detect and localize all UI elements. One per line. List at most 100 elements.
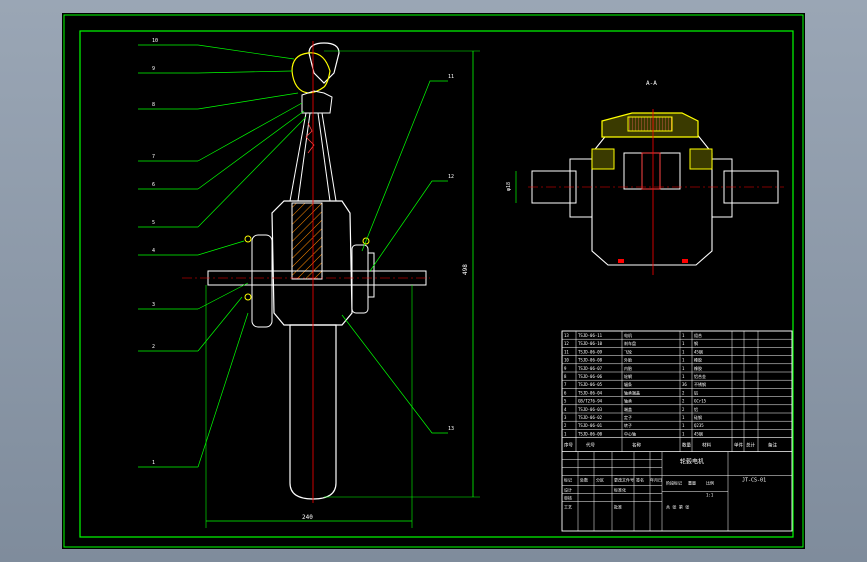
bom-cell: 组合 [694, 332, 702, 338]
sec-gear-band [627, 116, 673, 132]
bom-cell: TSJD-06-11 [578, 333, 603, 338]
bom-cell: 4 [564, 407, 567, 412]
bom-cell: 1 [564, 431, 567, 436]
bom-cell: 1 [682, 431, 685, 436]
title-cell: 批准 [614, 504, 622, 510]
bom-cell: 硅钢 [694, 414, 702, 420]
drawing-canvas[interactable]: 240 498 10987654321 111213 A-A φ18 13 TS… [62, 13, 805, 549]
stator-hatch [291, 202, 323, 280]
bom-cell: 转子 [624, 422, 632, 428]
bom-header-cell: 数量 [682, 442, 691, 449]
callout-leader [197, 240, 245, 256]
title-cell: 处数 [580, 477, 588, 483]
right-cap [351, 244, 369, 314]
bom-cell: 端盖 [624, 406, 632, 412]
bom-cell: TSJD-06-09 [578, 349, 603, 354]
callout-label: 7 [152, 154, 155, 160]
drawing-title: 轮毂电机 [680, 458, 704, 466]
bom-cell: GB/T276-94 [578, 399, 603, 404]
bom-cell: TSJD-06-06 [578, 374, 603, 379]
title-cell: 阶段标记 [666, 480, 682, 486]
drawing-scale: 1:1 [706, 493, 714, 498]
main-view: 240 498 [182, 41, 480, 528]
bom-cell: 橡胶 [694, 365, 702, 371]
callout-leader [197, 312, 249, 468]
bom-cell: TSJD-06-03 [578, 407, 603, 412]
bom-cell: 3 [564, 415, 567, 420]
bom-cell: 45钢 [694, 348, 703, 354]
title-cell: 分区 [596, 477, 604, 483]
bom-cell: 36 [682, 382, 687, 387]
bom-cell: 飞轮 [624, 348, 632, 354]
title-cell: 工艺 [564, 505, 572, 510]
bom-cell: 内胎 [624, 365, 632, 371]
bom-cell: 橡胶 [694, 357, 702, 363]
bom-cell: 5 [564, 399, 567, 404]
bom-cell: TSJD-06-10 [578, 341, 603, 346]
bolt-yellow-1 [244, 235, 252, 243]
bom-cell: 刹车盘 [624, 340, 636, 346]
bom-cell: 不锈钢 [694, 381, 706, 387]
dim-vertical-text: 498 [462, 264, 469, 275]
drawing-sheet[interactable]: 240 498 10 9 8 7 6 5 4 3 2 1 11 12 13 A-A [62, 13, 805, 549]
callout-label: 5 [152, 220, 155, 226]
bom-cell: 铝合金 [694, 373, 706, 379]
title-cell: 重量 [688, 480, 696, 486]
bom-cell: 2 [682, 399, 685, 404]
drawing-number: JT-CS-01 [742, 478, 766, 484]
tyre-outline [308, 42, 340, 84]
title-block: 13 TSJD-06-11 电机 1 组合12 TSJD-06-10 刹车盘 1 钢11 TSJD… [561, 330, 793, 532]
callout-leader [197, 110, 305, 190]
bom-cell: 电机 [624, 332, 632, 338]
bom-cell: 1 [682, 333, 685, 338]
bom-cell: 2 [682, 390, 685, 395]
left-callouts: 10 9 8 7 6 5 4 3 2 1 [138, 38, 307, 468]
callout-label: 1 [152, 460, 155, 466]
bom-cell: 1 [682, 374, 685, 379]
sec-stator [623, 152, 681, 190]
sec-bearing-right [711, 158, 733, 218]
callout-label: 3 [152, 302, 155, 308]
title-cell: 标记 [564, 477, 572, 483]
callout-leader [197, 116, 307, 228]
callout-label: 4 [152, 248, 155, 254]
callout-label-right: 13 [448, 426, 454, 432]
title-cell: 共 张 第 张 [666, 504, 689, 510]
bom-cell: TSJD-06-02 [578, 415, 603, 420]
callout-label-right: 12 [448, 174, 454, 180]
callout-label: 10 [152, 38, 158, 44]
bom-cell: 10 [564, 358, 569, 363]
callout-leader [197, 44, 295, 60]
sec-yellow-right [689, 148, 713, 170]
sec-red-2 [682, 259, 688, 263]
bom-header-cell: 材料 [702, 442, 711, 449]
bom-cell: 7 [564, 382, 567, 387]
callout-leader-right [341, 314, 448, 434]
callout-label: 8 [152, 102, 155, 108]
bom-cell: 外胎 [624, 357, 632, 363]
callout-leader [197, 92, 299, 110]
cad-viewport[interactable]: 240 498 10 9 8 7 6 5 4 3 2 1 11 12 13 A-A [0, 0, 867, 562]
callout-leader [197, 102, 303, 162]
bom-cell: TSJD-06-08 [578, 358, 603, 363]
bom-header-cell: 单件 [734, 442, 743, 449]
bom-cell: 2 [564, 423, 567, 428]
bom-cell: 定子 [624, 414, 632, 420]
callout-leader [197, 296, 243, 352]
sec-dim-text: φ18 [506, 182, 512, 191]
sec-yellow-left [591, 148, 615, 170]
bom-cell: 8 [564, 374, 567, 379]
callout-leader [197, 70, 293, 74]
bom-cell: 2 [682, 407, 685, 412]
bom-cell: TSJD-06-01 [578, 423, 603, 428]
title-cell: 年月日 [650, 477, 662, 483]
bom-cell: 1 [682, 423, 685, 428]
bom-cell: 1 [682, 349, 685, 354]
title-cell: 标准化 [614, 487, 626, 493]
bom-cell: 1 [682, 358, 685, 363]
bom-cell: TSJD-06-05 [578, 382, 603, 387]
dim-width-text: 240 [302, 514, 313, 521]
bom-cell: TSJD-06-07 [578, 366, 603, 371]
bom-cell: 中心轴 [624, 430, 636, 436]
title-cell: 更改文件号 [614, 477, 634, 483]
